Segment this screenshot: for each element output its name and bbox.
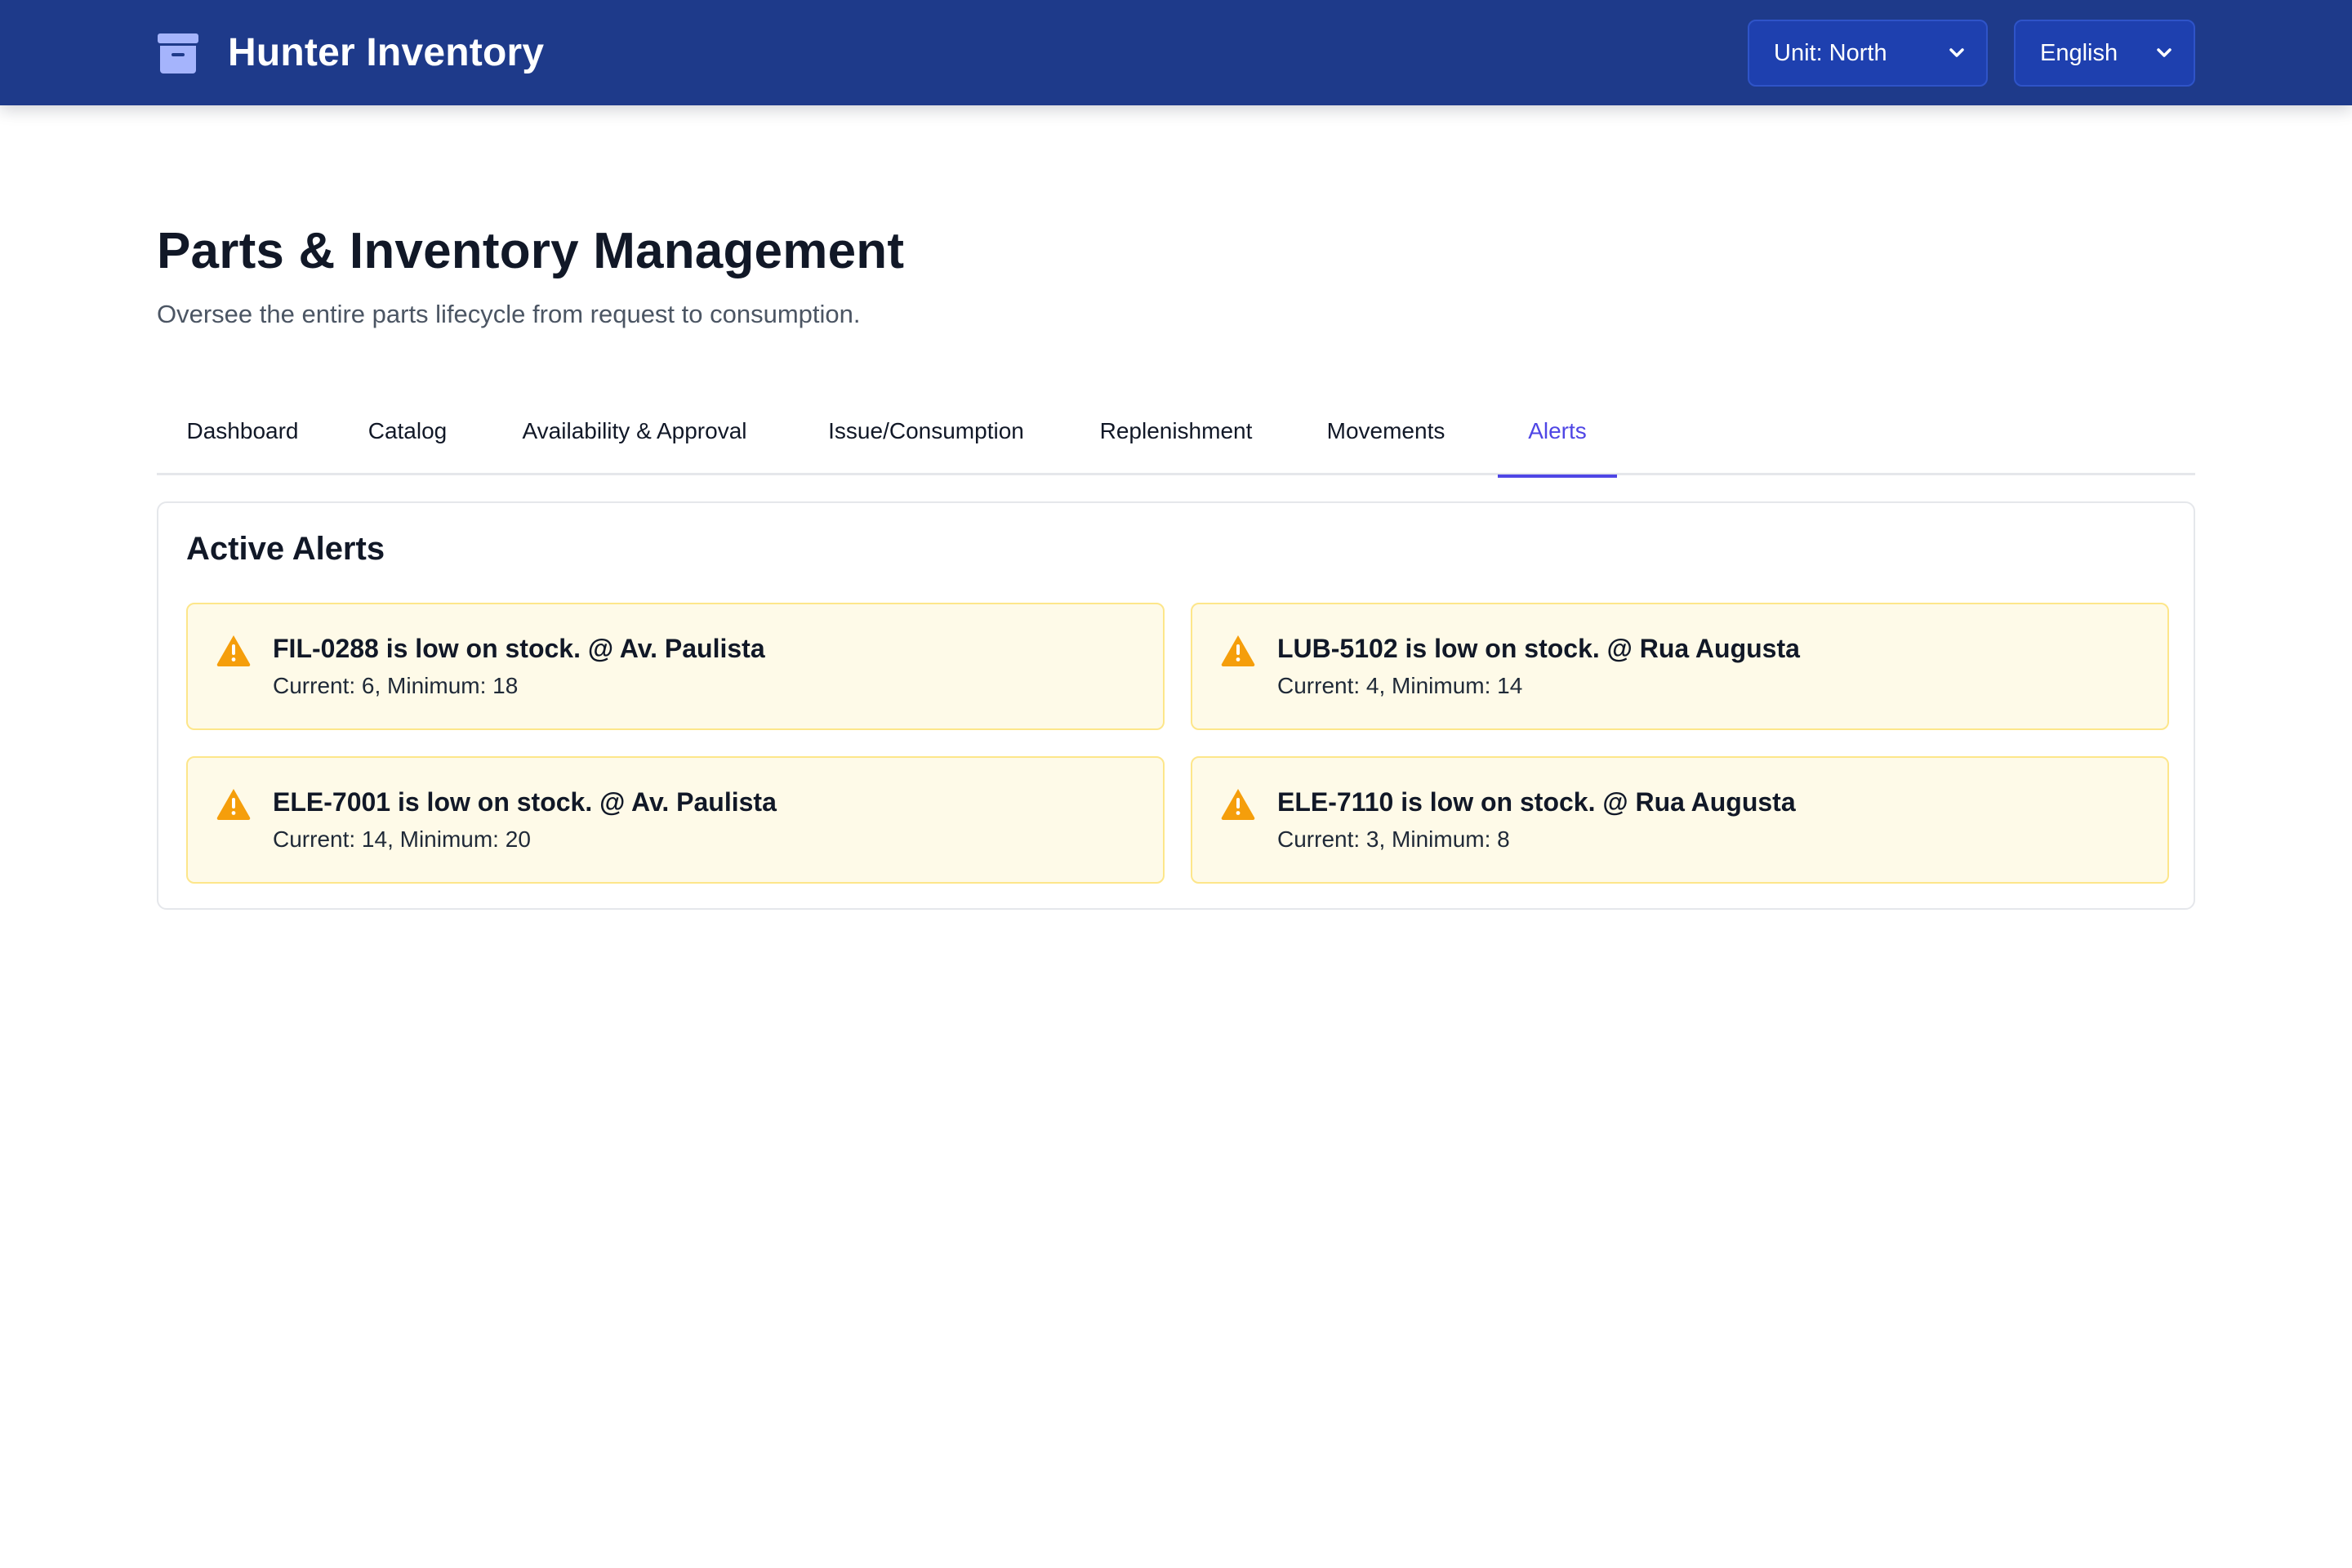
tab-label: Issue/Consumption	[828, 418, 1024, 443]
chevron-down-icon	[2157, 48, 2172, 57]
active-alerts-card: Active Alerts FIL-0288 is low on stock. …	[157, 501, 2195, 910]
alert-item[interactable]: FIL-0288 is low on stock. @ Av. Paulista…	[186, 603, 1165, 730]
archive-box-icon	[158, 33, 198, 74]
tab-dashboard[interactable]: Dashboard	[157, 408, 328, 475]
section-title: Active Alerts	[186, 531, 385, 567]
alert-detail: Current: 14, Minimum: 20	[273, 826, 531, 852]
language-select[interactable]: English	[2014, 20, 2195, 87]
warning-triangle-icon	[1221, 635, 1255, 666]
tab-label: Movements	[1326, 418, 1446, 443]
tab-issue-consumption[interactable]: Issue/Consumption	[795, 408, 1057, 475]
alert-title: ELE-7110 is low on stock. @ Rua Augusta	[1277, 787, 1796, 817]
tab-catalog[interactable]: Catalog	[341, 408, 474, 475]
tab-label: Catalog	[368, 418, 448, 443]
tab-label: Dashboard	[186, 418, 299, 443]
brand[interactable]: Hunter Inventory	[158, 0, 544, 105]
alert-item[interactable]: ELE-7001 is low on stock. @ Av. Paulista…	[186, 756, 1165, 884]
page-subtitle: Oversee the entire parts lifecycle from …	[157, 300, 861, 328]
alert-title: ELE-7001 is low on stock. @ Av. Paulista	[273, 787, 777, 817]
warning-triangle-icon	[216, 635, 251, 666]
alert-detail: Current: 4, Minimum: 14	[1277, 673, 1523, 698]
tab-availability-approval[interactable]: Availability & Approval	[487, 408, 782, 475]
app-title: Hunter Inventory	[228, 31, 545, 74]
top-navbar: Hunter Inventory Unit: North English	[0, 0, 2352, 105]
unit-select[interactable]: Unit: North	[1748, 20, 1988, 87]
tab-label: Replenishment	[1099, 418, 1253, 443]
alert-detail: Current: 3, Minimum: 8	[1277, 826, 1510, 852]
tab-bar: Dashboard Catalog Availability & Approva…	[157, 408, 2195, 478]
tab-label: Availability & Approval	[522, 418, 747, 443]
alert-detail: Current: 6, Minimum: 18	[273, 673, 519, 698]
alert-title: FIL-0288 is low on stock. @ Av. Paulista	[273, 634, 765, 663]
chevron-down-icon	[1949, 48, 1964, 57]
tab-replenishment[interactable]: Replenishment	[1070, 408, 1282, 475]
tab-label: Alerts	[1528, 418, 1587, 443]
alert-title: LUB-5102 is low on stock. @ Rua Augusta	[1277, 634, 1800, 663]
warning-triangle-icon	[216, 789, 251, 820]
alert-item[interactable]: ELE-7110 is low on stock. @ Rua Augusta …	[1191, 756, 2169, 884]
alert-item[interactable]: LUB-5102 is low on stock. @ Rua Augusta …	[1191, 603, 2169, 730]
warning-triangle-icon	[1221, 789, 1255, 820]
unit-select-value: Unit: North	[1774, 39, 1887, 66]
tab-movements[interactable]: Movements	[1295, 408, 1477, 475]
language-select-value: English	[2040, 39, 2118, 66]
tab-alerts[interactable]: Alerts	[1498, 408, 1617, 478]
page-title: Parts & Inventory Management	[157, 223, 905, 279]
